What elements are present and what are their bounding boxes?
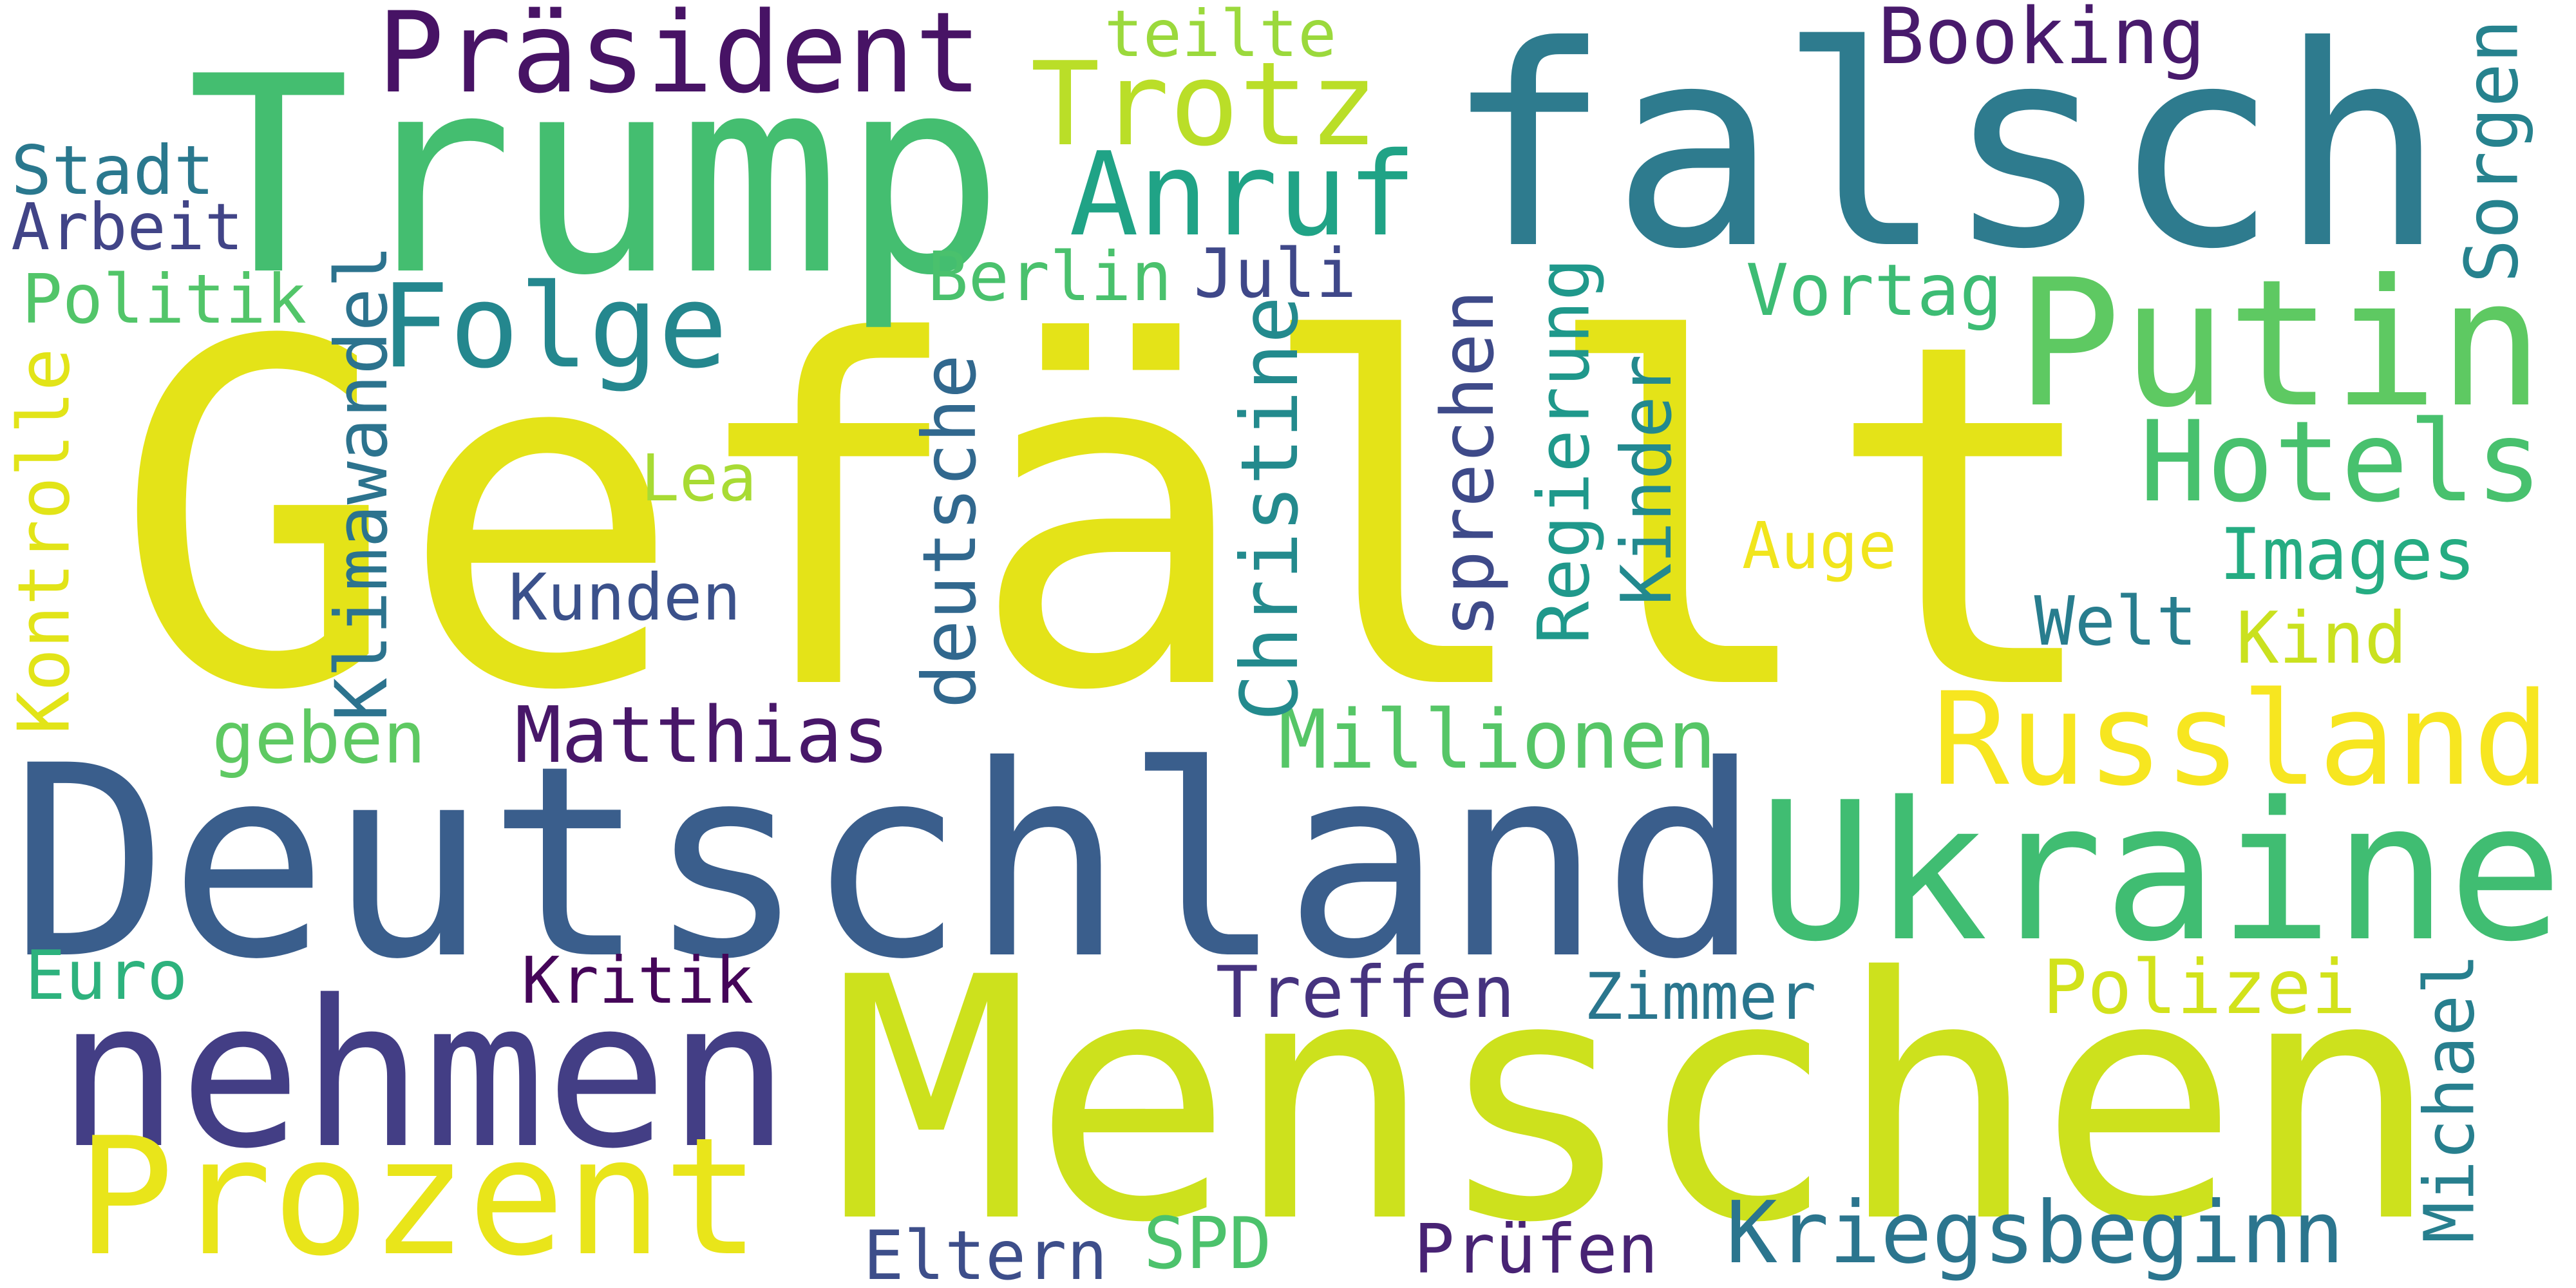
word-cloud: Gefällt Deutschland Menschen falsch Trum… — [0, 0, 2576, 1288]
word-welt: Welt — [2034, 582, 2197, 661]
word-kind: Kind — [2236, 598, 2407, 681]
word-millionen: Millionen — [1278, 693, 1717, 788]
word-matthias: Matthias — [515, 690, 889, 781]
word-russland: Russland — [1932, 665, 2550, 815]
word-eltern: Eltern — [863, 1216, 1108, 1288]
word-sorgen: Sorgen — [2449, 19, 2535, 283]
word-klimawandel: Klimawandel — [319, 245, 404, 721]
word-kriegsbeginn: Kriegsbeginn — [1726, 1183, 2344, 1283]
word-berlin: Berlin — [927, 237, 1172, 316]
word-kontrolle: Kontrolle — [3, 348, 86, 734]
word-pruefen: Prüfen — [1414, 1209, 1658, 1288]
word-booking: Booking — [1877, 0, 2206, 82]
word-michael: Michael — [2410, 952, 2490, 1244]
word-prozent: Prozent — [77, 1103, 761, 1288]
word-kritik: Kritik — [521, 942, 754, 1018]
word-praesident: Präsident — [377, 0, 982, 118]
word-polizei: Polizei — [2042, 945, 2356, 1032]
word-spd: SPD — [1143, 1203, 1272, 1286]
word-auge: Auge — [1741, 507, 1897, 583]
word-lea: Lea — [640, 440, 757, 516]
word-kunden: Kunden — [508, 559, 741, 635]
word-sprechen: sprechen — [1426, 289, 1510, 638]
word-zimmer: Zimmer — [1584, 958, 1817, 1034]
word-treffen: Treffen — [1215, 952, 1515, 1035]
word-euro: Euro — [24, 936, 188, 1015]
word-regierung: Regierung — [1522, 258, 1606, 644]
word-teilte: teilte — [1104, 0, 1337, 71]
word-politik: Politik — [21, 260, 307, 339]
word-vortag: Vortag — [1745, 250, 2003, 333]
word-deutsche: deutsche — [906, 354, 992, 708]
word-folge: Folge — [380, 259, 728, 394]
word-hotels: Hotels — [2139, 396, 2543, 527]
word-arbeit: Arbeit — [11, 189, 243, 265]
word-images: Images — [2219, 514, 2476, 597]
word-christine: Christine — [1224, 296, 1316, 721]
word-kinder: Kinder — [1606, 354, 1687, 606]
